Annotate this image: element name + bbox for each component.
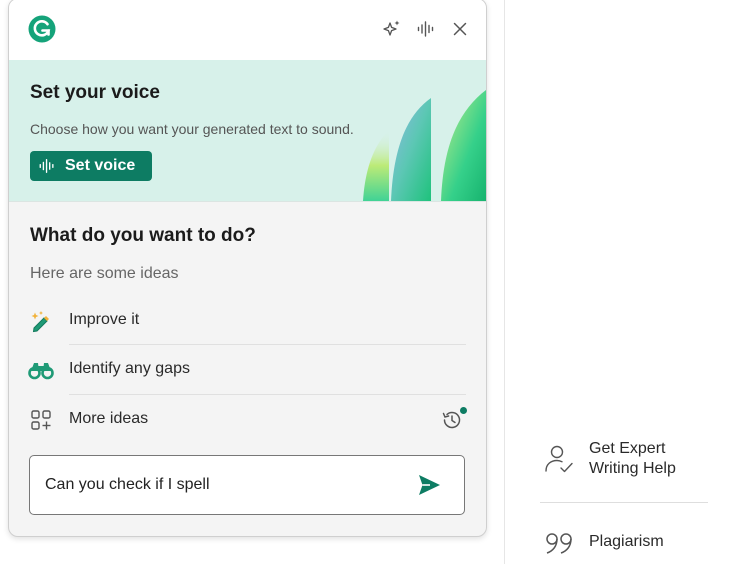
idea-more-ideas[interactable]: More ideas	[9, 397, 486, 443]
right-panel-separator	[540, 502, 708, 503]
quote-icon	[546, 533, 572, 554]
expert-label-line2: Writing Help	[589, 460, 676, 477]
idea-identify-gaps[interactable]: Identify any gaps	[9, 347, 486, 393]
panel-header	[9, 0, 486, 61]
decorative-waves-graphic	[363, 90, 486, 201]
expert-label-line1: Get Expert	[589, 440, 666, 457]
idea-improve-it[interactable]: Improve it	[9, 298, 486, 344]
main-title: What do you want to do?	[30, 225, 256, 246]
voice-wave-icon	[38, 157, 56, 175]
right-panel-divider	[504, 0, 505, 564]
plagiarism-label: Plagiarism	[589, 533, 664, 550]
banner-title: Set your voice	[30, 82, 160, 103]
idea-separator	[69, 394, 466, 395]
idea-label: More ideas	[69, 410, 149, 427]
grammarly-logo-icon	[28, 15, 56, 43]
set-voice-label: Set voice	[65, 157, 136, 174]
sparkle-icon[interactable]	[382, 19, 402, 39]
idea-label: Improve it	[69, 311, 140, 328]
prompt-input[interactable]	[45, 474, 395, 496]
notification-dot	[460, 407, 467, 414]
set-voice-banner: Set your voice Choose how you want your …	[9, 60, 486, 202]
banner-subtitle: Choose how you want your generated text …	[30, 121, 354, 137]
grammarly-assistant-panel: Set your voice Choose how you want your …	[8, 0, 487, 537]
ideas-subtitle: Here are some ideas	[30, 265, 179, 282]
voice-wave-icon[interactable]	[416, 19, 436, 39]
plagiarism-button[interactable]: Plagiarism	[540, 530, 700, 556]
get-expert-writing-help-button[interactable]: Get Expert Writing Help	[540, 439, 700, 483]
idea-separator	[69, 344, 466, 345]
binoculars-icon	[28, 357, 54, 383]
set-voice-button[interactable]: Set voice	[30, 151, 152, 181]
idea-label: Identify any gaps	[69, 360, 190, 377]
prompt-box	[29, 455, 465, 515]
grid-plus-icon	[28, 407, 54, 433]
expert-person-check-icon	[545, 445, 573, 473]
magic-pencil-icon	[28, 308, 54, 334]
send-icon[interactable]	[416, 472, 442, 498]
close-icon[interactable]	[450, 19, 470, 39]
